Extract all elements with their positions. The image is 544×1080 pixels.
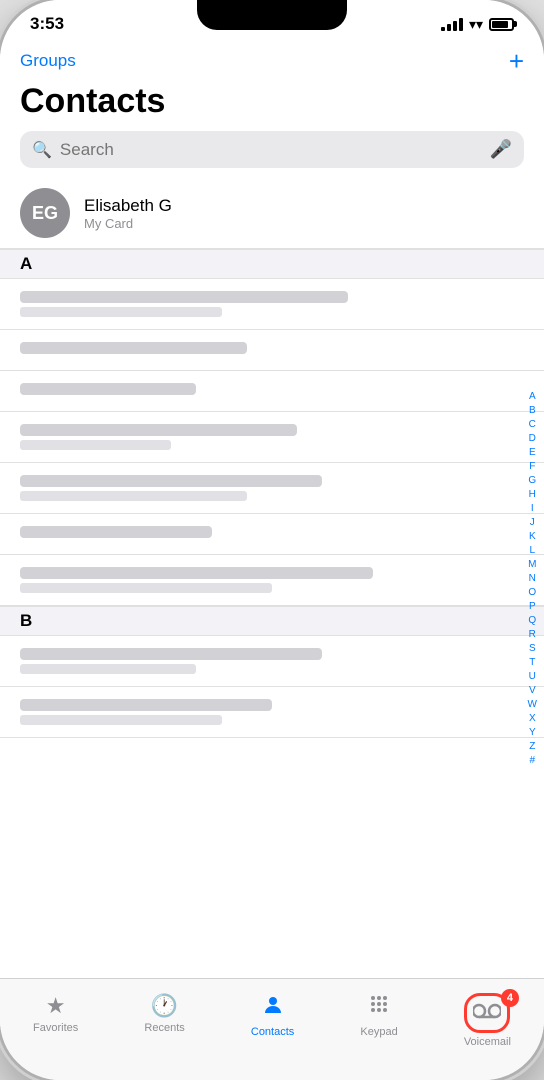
- favorites-icon: ★: [46, 993, 66, 1019]
- alpha-s[interactable]: S: [525, 642, 540, 655]
- alpha-q[interactable]: Q: [525, 614, 540, 627]
- search-input[interactable]: [60, 140, 482, 160]
- alpha-w[interactable]: W: [525, 698, 540, 711]
- alpha-h[interactable]: H: [525, 488, 540, 501]
- nav-bar: Groups +: [0, 40, 544, 78]
- alpha-t[interactable]: T: [525, 656, 540, 669]
- alpha-u[interactable]: U: [525, 670, 540, 683]
- alpha-b[interactable]: B: [525, 404, 540, 417]
- alpha-hash[interactable]: #: [525, 754, 540, 767]
- page-title: Contacts: [0, 78, 544, 131]
- alpha-f[interactable]: F: [525, 460, 540, 473]
- tab-keypad-label: Keypad: [360, 1026, 397, 1038]
- contacts-list: EG Elisabeth G My Card A: [0, 178, 544, 978]
- alpha-m[interactable]: M: [525, 558, 540, 571]
- alpha-l[interactable]: L: [525, 544, 540, 557]
- tab-recents-label: Recents: [144, 1022, 184, 1034]
- contact-row[interactable]: [0, 687, 544, 738]
- tab-contacts[interactable]: Contacts: [241, 989, 304, 1042]
- alpha-o[interactable]: O: [525, 586, 540, 599]
- contact-row[interactable]: [0, 279, 544, 330]
- contact-row[interactable]: [0, 412, 544, 463]
- tab-favorites[interactable]: ★ Favorites: [23, 989, 88, 1038]
- alpha-v[interactable]: V: [525, 684, 540, 697]
- voicemail-icon: [473, 1000, 501, 1025]
- signal-icon: [441, 18, 463, 31]
- tab-voicemail-label: Voicemail: [464, 1036, 511, 1048]
- section-header-a: A: [0, 249, 544, 279]
- alpha-n[interactable]: N: [525, 572, 540, 585]
- contacts-icon: [261, 993, 285, 1023]
- tab-voicemail[interactable]: 4 Voicemail: [454, 989, 521, 1052]
- alpha-p[interactable]: P: [525, 600, 540, 613]
- alpha-d[interactable]: D: [525, 432, 540, 445]
- status-icons: ▾▾: [441, 16, 514, 33]
- alpha-k[interactable]: K: [525, 530, 540, 543]
- alpha-g[interactable]: G: [525, 474, 540, 487]
- alpha-r[interactable]: R: [525, 628, 540, 641]
- avatar: EG: [20, 188, 70, 238]
- phone-frame: 3:53 ▾▾ Groups + Contacts 🔍: [0, 0, 544, 1080]
- mic-icon[interactable]: 🎤: [490, 139, 512, 160]
- tab-favorites-label: Favorites: [33, 1022, 78, 1034]
- my-card-label: My Card: [84, 216, 172, 231]
- section-header-b: B: [0, 606, 544, 636]
- voicemail-badge: 4: [501, 989, 519, 1007]
- alpha-a[interactable]: A: [525, 390, 540, 403]
- contact-row[interactable]: [0, 555, 544, 606]
- status-time: 3:53: [30, 14, 64, 34]
- content-area: Groups + Contacts 🔍 🎤 EG Elisabeth G My …: [0, 40, 544, 978]
- alpha-i[interactable]: I: [525, 502, 540, 515]
- contact-row[interactable]: [0, 371, 544, 412]
- alphabet-index[interactable]: A B C D E F G H I J K L M N O P Q: [525, 178, 540, 978]
- alpha-c[interactable]: C: [525, 418, 540, 431]
- groups-button[interactable]: Groups: [20, 51, 76, 71]
- notch: [197, 0, 347, 30]
- screen: 3:53 ▾▾ Groups + Contacts 🔍: [0, 0, 544, 1080]
- tab-contacts-label: Contacts: [251, 1026, 294, 1038]
- alpha-e[interactable]: E: [525, 446, 540, 459]
- battery-icon: [489, 18, 514, 31]
- alpha-x[interactable]: X: [525, 712, 540, 725]
- alpha-y[interactable]: Y: [525, 726, 540, 739]
- search-bar[interactable]: 🔍 🎤: [20, 131, 524, 168]
- contact-row[interactable]: [0, 463, 544, 514]
- tab-recents[interactable]: 🕐 Recents: [134, 989, 194, 1038]
- alpha-z[interactable]: Z: [525, 740, 540, 753]
- alpha-j[interactable]: J: [525, 516, 540, 529]
- contact-row[interactable]: [0, 514, 544, 555]
- add-button[interactable]: +: [509, 48, 524, 74]
- my-card-row[interactable]: EG Elisabeth G My Card: [0, 178, 544, 249]
- my-card-info: Elisabeth G My Card: [84, 196, 172, 231]
- tab-keypad[interactable]: Keypad: [350, 989, 407, 1042]
- search-icon: 🔍: [32, 140, 52, 160]
- wifi-icon: ▾▾: [469, 16, 483, 33]
- contact-row[interactable]: [0, 636, 544, 687]
- keypad-icon: [367, 993, 391, 1023]
- contact-row[interactable]: [0, 330, 544, 371]
- my-card-name: Elisabeth G: [84, 196, 172, 216]
- tab-bar: ★ Favorites 🕐 Recents Contacts: [0, 978, 544, 1080]
- recents-icon: 🕐: [151, 993, 178, 1019]
